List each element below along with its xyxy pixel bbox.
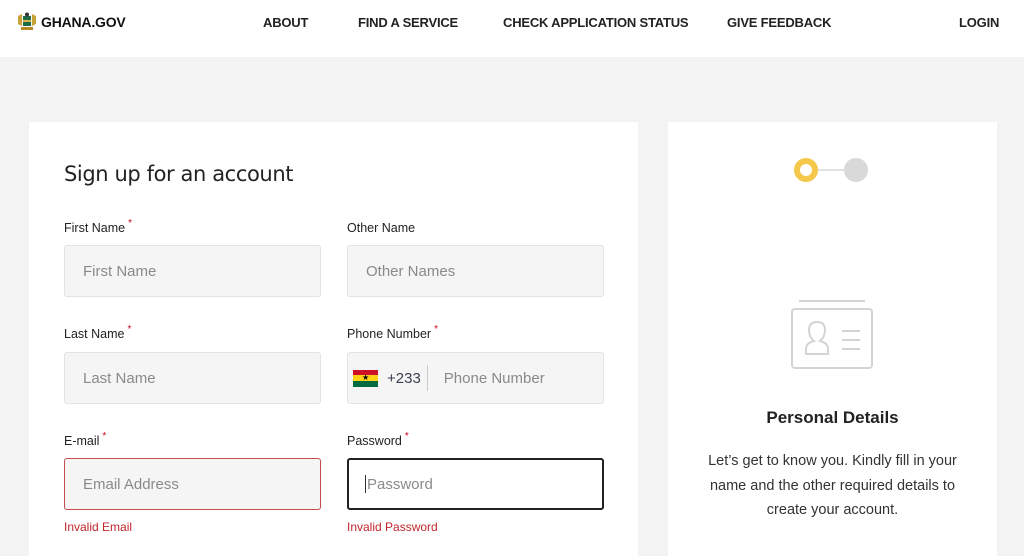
phone-number-label: Phone Number * — [347, 324, 438, 341]
nav-find-a-service[interactable]: FIND A SERVICE — [358, 15, 458, 30]
password-input[interactable]: Password — [347, 458, 604, 510]
first-name-input[interactable]: First Name — [64, 245, 321, 297]
nav-about[interactable]: ABOUT — [263, 15, 308, 30]
required-indicator: * — [102, 431, 107, 442]
coat-of-arms-icon — [18, 12, 36, 30]
required-indicator: * — [404, 431, 409, 442]
password-error-message: Invalid Password — [347, 520, 438, 534]
phone-divider — [426, 365, 428, 391]
step-info-card: Personal Details Let’s get to know you. … — [668, 122, 997, 556]
password-placeholder: Password — [367, 475, 433, 493]
last-name-input[interactable]: Last Name — [64, 352, 321, 404]
progress-stepper — [794, 157, 870, 183]
password-label: Password * — [347, 431, 409, 448]
required-indicator: * — [127, 324, 132, 335]
phone-number-placeholder: Phone Number — [443, 369, 545, 387]
logo-text: GHANA.GOV — [41, 14, 126, 30]
password-label-text: Password — [347, 434, 402, 448]
step-title: Personal Details — [766, 408, 899, 427]
phone-number-label-text: Phone Number — [347, 327, 432, 341]
text-cursor — [365, 475, 366, 493]
required-indicator: * — [128, 218, 133, 229]
nav-check-application-status[interactable]: CHECK APPLICATION STATUS — [503, 15, 689, 30]
step-connector — [814, 169, 844, 171]
other-name-label-text: Other Name — [347, 221, 416, 235]
email-label: E-mail * — [64, 431, 107, 448]
phone-number-input[interactable]: ★ +233 Phone Number — [347, 352, 604, 404]
country-code[interactable]: +233 — [387, 370, 421, 387]
id-card-icon — [791, 300, 873, 369]
other-name-input[interactable]: Other Names — [347, 245, 604, 297]
email-placeholder: Email Address — [83, 475, 179, 493]
last-name-label: Last Name * — [64, 324, 132, 341]
other-name-label: Other Name — [347, 221, 415, 235]
email-error-message: Invalid Email — [64, 520, 133, 534]
nav-give-feedback[interactable]: GIVE FEEDBACK — [727, 15, 832, 30]
first-name-label: First Name * — [64, 218, 133, 235]
email-label-text: E-mail — [64, 434, 100, 448]
ghana-flag-icon[interactable]: ★ — [353, 369, 378, 387]
last-name-placeholder: Last Name — [83, 369, 156, 387]
first-name-placeholder: First Name — [83, 262, 157, 280]
nav-login[interactable]: LOGIN — [959, 15, 999, 30]
signup-form-card: Sign up for an account First Name * First… — [29, 122, 638, 556]
other-name-placeholder: Other Names — [366, 262, 456, 280]
step-indicator-pending — [844, 158, 868, 182]
form-title: Sign up for an account — [64, 162, 294, 186]
last-name-label-text: Last Name — [64, 327, 125, 341]
step-indicator-active — [794, 158, 818, 182]
required-indicator: * — [434, 324, 438, 335]
first-name-label-text: First Name — [64, 221, 126, 235]
step-description: Let’s get to know you. Kindly fill in yo… — [708, 453, 957, 518]
ghana-gov-logo[interactable]: GHANA.GOV — [16, 12, 126, 32]
top-navigation-bar: GHANA.GOV ABOUT FIND A SERVICE CHECK APP… — [0, 0, 1024, 57]
email-input[interactable]: Email Address — [64, 458, 321, 510]
